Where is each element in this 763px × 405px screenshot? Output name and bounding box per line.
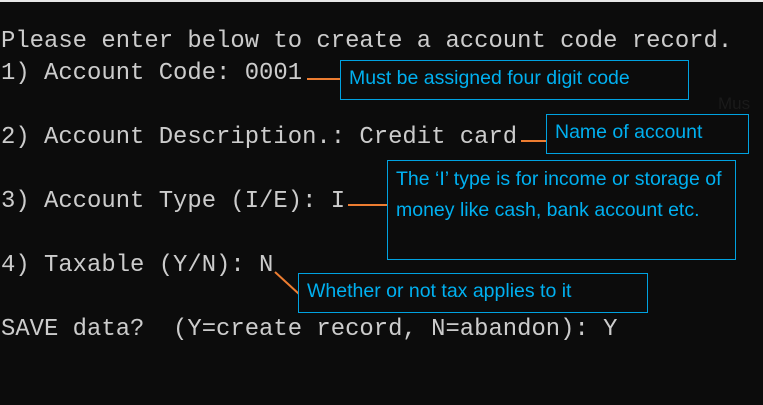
connector-line <box>521 140 547 142</box>
callout-account-description: Name of account <box>546 114 749 154</box>
callout-account-code: Must be assigned four digit code <box>340 60 689 100</box>
terminal-line-account-description: 2) Account Description.: Credit card <box>1 124 518 151</box>
connector-line <box>348 204 388 206</box>
terminal-line-save-prompt: SAVE data? (Y=create record, N=abandon):… <box>1 316 618 343</box>
terminal-line-taxable: 4) Taxable (Y/N): N <box>1 252 274 279</box>
terminal-line-account-code: 1) Account Code: 0001 <box>1 60 303 87</box>
connector-line <box>307 78 341 80</box>
stray-text: Mus <box>718 94 751 113</box>
terminal-line-account-type: 3) Account Type (I/E): I <box>1 188 346 215</box>
callout-taxable: Whether or not tax applies to it <box>298 273 648 313</box>
callout-account-type: The ‘I’ type is for income or storage of… <box>387 160 736 260</box>
terminal-line-header: Please enter below to create a account c… <box>1 28 733 55</box>
